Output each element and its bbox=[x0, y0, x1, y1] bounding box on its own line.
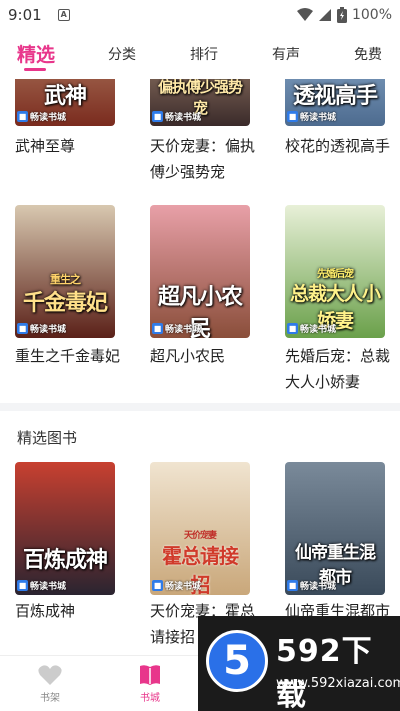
book-title[interactable]: 先婚后宠：总裁大人小娇妻 bbox=[285, 343, 397, 395]
cover-title: 百炼成神 bbox=[22, 547, 108, 573]
book-logo-icon: ■ bbox=[152, 110, 163, 122]
cover-subtitle: 先婚后宠 bbox=[317, 269, 354, 280]
cover-title: 透视高手 bbox=[292, 83, 378, 109]
publisher-badge: ■ 畅读书城 bbox=[152, 110, 202, 123]
nav-label: 书架 bbox=[40, 693, 60, 704]
book-logo-icon: ■ bbox=[287, 110, 298, 122]
tab-audio[interactable]: 有声 bbox=[272, 36, 300, 74]
battery-icon bbox=[336, 7, 347, 23]
status-time: 9:01 bbox=[8, 6, 42, 24]
book-logo-icon: ■ bbox=[152, 579, 163, 591]
book-cover[interactable]: 百炼成神 ■ 畅读书城 bbox=[15, 462, 115, 595]
book-logo-icon: ■ bbox=[287, 322, 298, 334]
active-tab-indicator bbox=[24, 68, 46, 71]
book-icon bbox=[140, 665, 160, 685]
cover-title: 千金毒妃 bbox=[22, 290, 108, 316]
cover-title: 武神 bbox=[43, 83, 87, 109]
book-title[interactable]: 超凡小农民 bbox=[150, 343, 262, 369]
book-logo-icon: ■ bbox=[17, 322, 28, 334]
book-cover[interactable]: 天价宠妻 霍总请接招 ■ 畅读书城 bbox=[150, 462, 250, 595]
tab-free[interactable]: 免费 bbox=[354, 36, 382, 74]
watermark-logo-digit: 5 bbox=[223, 638, 251, 684]
battery-percent: 100% bbox=[351, 7, 392, 23]
book-cover[interactable]: 先婚后宠 总裁大人小娇妻 ■ 畅读书城 bbox=[285, 205, 385, 338]
book-title[interactable]: 天价宠妻：偏执傅少强势宠 bbox=[150, 133, 262, 185]
publisher-badge: ■ 畅读书城 bbox=[287, 579, 337, 592]
tab-categories[interactable]: 分类 bbox=[108, 36, 136, 74]
nav-bookstore[interactable]: 书城 bbox=[120, 664, 180, 704]
publisher-badge: ■ 畅读书城 bbox=[17, 322, 67, 335]
heart-icon bbox=[38, 665, 62, 685]
book-cover[interactable]: 仙帝重生混都市 ■ 畅读书城 bbox=[285, 462, 385, 595]
status-bar: 9:01 A 100% bbox=[0, 0, 400, 30]
book-title[interactable]: 重生之千金毒妃 bbox=[15, 343, 127, 369]
book-logo-icon: ■ bbox=[287, 579, 298, 591]
status-right: 100% bbox=[296, 7, 392, 23]
watermark-url: www.592xiazai.com bbox=[276, 676, 400, 691]
watermark: 5 592下载 www.592xiazai.com bbox=[198, 616, 400, 711]
tab-ranking[interactable]: 排行 bbox=[190, 36, 218, 74]
nav-bookshelf[interactable]: 书架 bbox=[20, 664, 80, 704]
watermark-brand: 592下载 bbox=[276, 634, 373, 711]
book-logo-icon: ■ bbox=[152, 322, 163, 334]
publisher-badge: ■ 畅读书城 bbox=[152, 579, 202, 592]
signal-icon bbox=[318, 9, 331, 21]
publisher-badge: ■ 畅读书城 bbox=[287, 322, 337, 335]
book-logo-icon: ■ bbox=[17, 579, 28, 591]
book-cover[interactable]: 超凡小农民 ■ 畅读书城 bbox=[150, 205, 250, 338]
publisher-badge: ■ 畅读书城 bbox=[17, 110, 67, 123]
book-title[interactable]: 百炼成神 bbox=[15, 598, 127, 624]
category-tabs: 精选 分类 排行 有声 免费 bbox=[0, 36, 400, 74]
section-divider bbox=[0, 403, 400, 411]
notification-icon: A bbox=[57, 9, 70, 21]
book-logo-icon: ■ bbox=[17, 110, 28, 122]
publisher-badge: ■ 畅读书城 bbox=[152, 322, 202, 335]
book-title[interactable]: 武神至尊 bbox=[15, 133, 127, 159]
book-title[interactable]: 校花的透视高手 bbox=[285, 133, 397, 159]
nav-label: 书城 bbox=[140, 693, 160, 704]
book-cover[interactable]: 重生之 千金毒妃 ■ 畅读书城 bbox=[15, 205, 115, 338]
publisher-badge: ■ 畅读书城 bbox=[287, 110, 337, 123]
publisher-badge: ■ 畅读书城 bbox=[17, 579, 67, 592]
section-title: 精选图书 bbox=[17, 429, 78, 447]
wifi-icon bbox=[296, 8, 313, 21]
